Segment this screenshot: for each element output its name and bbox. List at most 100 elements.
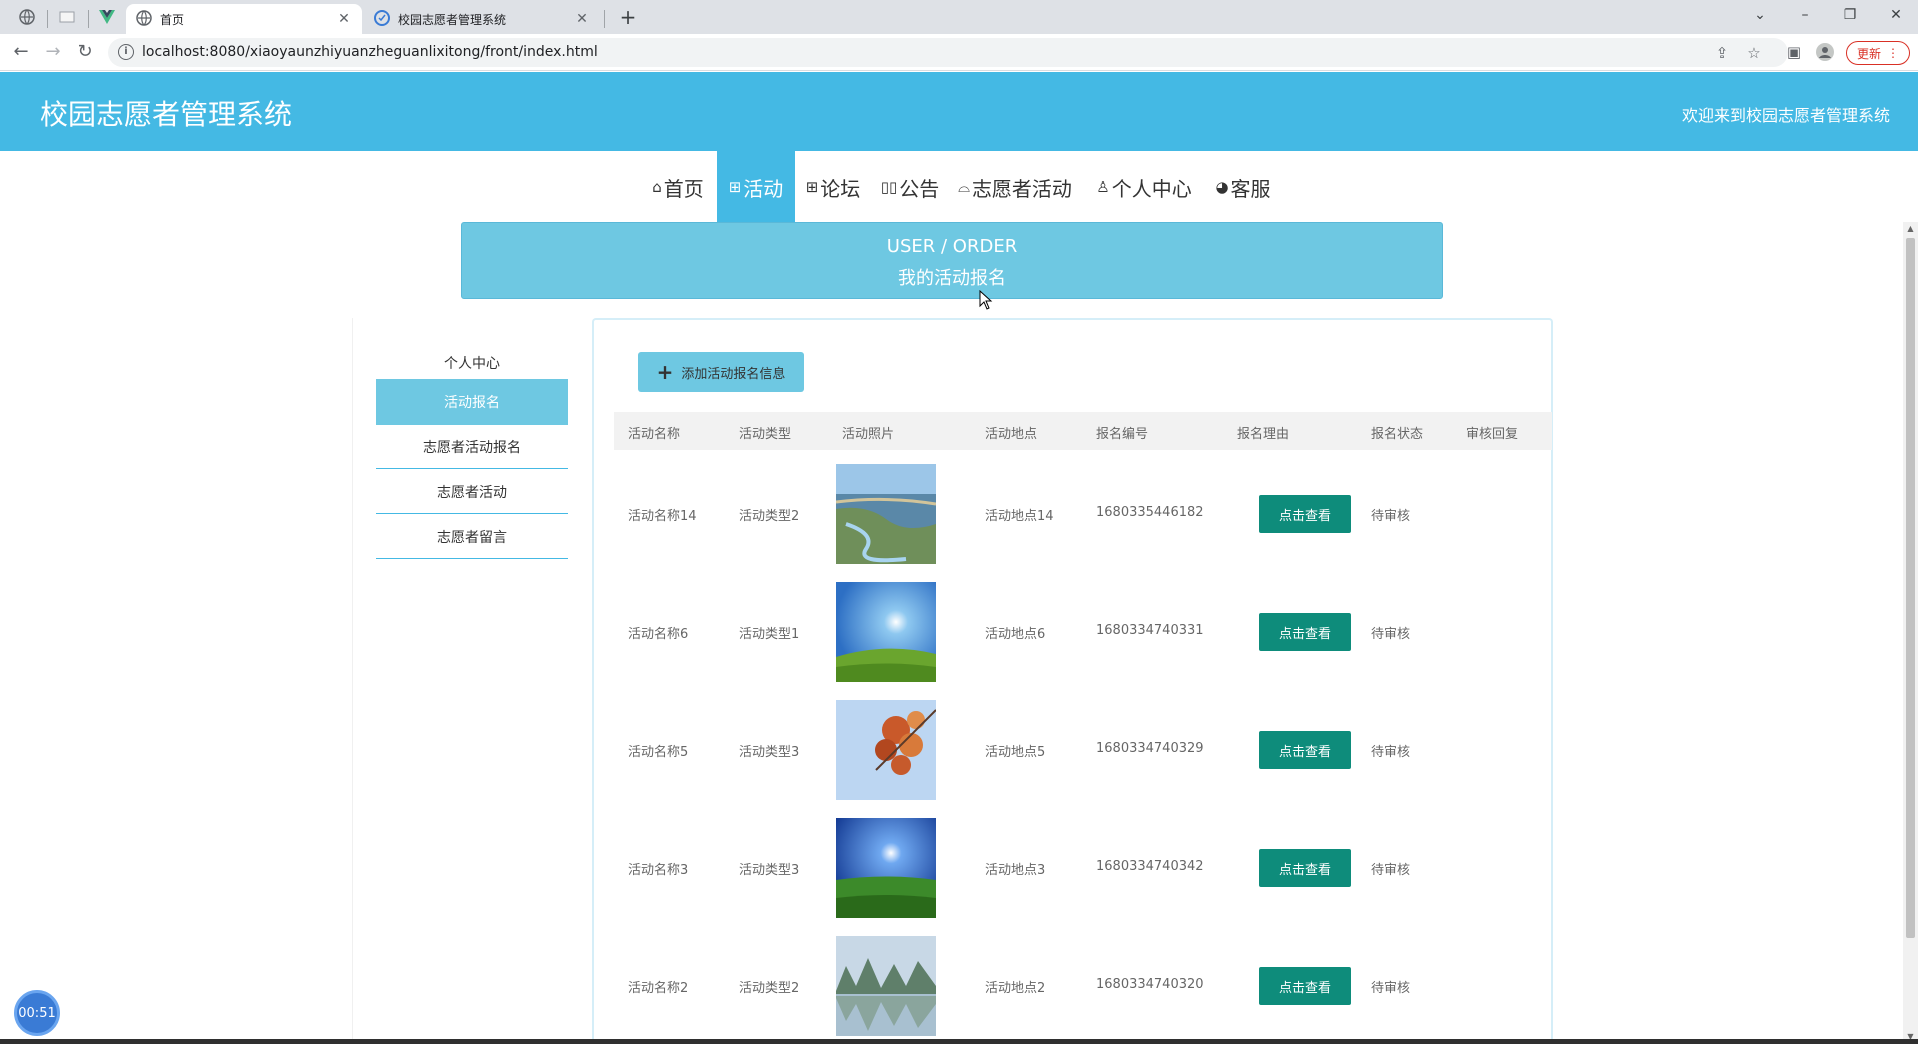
- url-field[interactable]: i localhost:8080/xiaoyaunzhiyuanzheguanl…: [108, 38, 1788, 67]
- gift-icon: ⊞: [728, 178, 742, 196]
- url-text[interactable]: localhost:8080/xiaoyaunzhiyuanzheguanlix…: [142, 44, 598, 60]
- page-title: 我的活动报名: [898, 268, 1006, 289]
- share-icon[interactable]: ⇪: [1713, 44, 1731, 62]
- signup-number: 1680334740331: [1096, 623, 1204, 638]
- more-menu-icon: ⋮: [1887, 46, 1899, 60]
- signup-status: 待审核: [1371, 627, 1411, 642]
- globe-icon[interactable]: [10, 6, 44, 28]
- sidebar: 个人中心 活动报名 志愿者活动报名 志愿者活动 志愿者留言: [352, 318, 588, 1044]
- activity-name: 活动名称3: [628, 863, 689, 878]
- signup-number: 1680334740342: [1096, 859, 1204, 874]
- signup-number: 1680335446182: [1096, 505, 1204, 520]
- close-icon[interactable]: ✕: [574, 11, 590, 27]
- tab-home[interactable]: 首页 ✕: [126, 4, 362, 34]
- service-icon: ◕: [1215, 178, 1229, 196]
- nav-notice[interactable]: ▯▯ 公告: [876, 151, 944, 223]
- close-icon[interactable]: ✕: [336, 11, 352, 27]
- globe-icon: [136, 9, 152, 29]
- activity-photo[interactable]: [836, 582, 936, 682]
- profile-avatar-icon[interactable]: [1816, 43, 1834, 61]
- update-button[interactable]: 更新 ⋮: [1846, 41, 1910, 65]
- view-reason-button[interactable]: 点击查看: [1259, 967, 1351, 1005]
- view-reason-label: 点击查看: [1278, 626, 1331, 642]
- scroll-thumb[interactable]: [1906, 238, 1915, 938]
- signup-status: 待审核: [1371, 509, 1411, 524]
- nav-label: 个人中心: [1111, 176, 1192, 201]
- sidebar-item-label: 活动报名: [444, 395, 500, 411]
- sidebar-item-label: 个人中心: [444, 356, 500, 372]
- site-info-icon[interactable]: i: [118, 44, 134, 60]
- timer-text: 00:51: [18, 1005, 56, 1021]
- nav-customer-service[interactable]: ◕ 客服: [1212, 151, 1274, 223]
- activity-name: 活动名称14: [628, 509, 697, 524]
- activity-name: 活动名称2: [628, 981, 689, 996]
- activity-location: 活动地点6: [985, 627, 1046, 642]
- signup-number: 1680334740329: [1096, 741, 1204, 756]
- tab-search-icon[interactable]: ⌄: [1740, 4, 1780, 28]
- view-reason-button[interactable]: 点击查看: [1259, 495, 1351, 533]
- column-header: 活动名称: [628, 427, 681, 442]
- signup-status: 待审核: [1371, 745, 1411, 760]
- activity-type: 活动类型3: [739, 863, 800, 878]
- site-header: 校园志愿者管理系统 欢迎来到校园志愿者管理系统: [0, 72, 1918, 151]
- activity-name: 活动名称6: [628, 627, 689, 642]
- window-close-icon[interactable]: ✕: [1876, 4, 1916, 28]
- column-header: 活动照片: [842, 427, 895, 442]
- tab-system[interactable]: 校园志愿者管理系统 ✕: [364, 4, 600, 34]
- scroll-up-icon[interactable]: ▲: [1903, 222, 1918, 236]
- page-scrollbar[interactable]: ▲ ▼: [1903, 222, 1918, 1044]
- nav-label: 志愿者活动: [971, 176, 1072, 201]
- sidebar-item-label: 志愿者留言: [437, 529, 507, 546]
- nav-volunteer-activity[interactable]: ⌓ 志愿者活动: [954, 151, 1076, 223]
- new-tab-icon[interactable]: +: [616, 6, 640, 30]
- main-nav: ⌂ 首页 ⊞ 活动 ⊞ 论坛 ▯▯ 公告 ⌓ 志愿者活动 ♙ 个人中心 ◕ 客服: [0, 151, 1918, 223]
- update-label: 更新: [1856, 46, 1881, 61]
- activity-photo[interactable]: [836, 700, 936, 800]
- nav-activity[interactable]: ⊞ 活动: [717, 151, 795, 223]
- nav-personal-center[interactable]: ♙ 个人中心: [1094, 151, 1194, 223]
- add-signup-label: 添加活动报名信息: [681, 366, 786, 382]
- column-header: 活动类型: [739, 427, 792, 442]
- nav-home[interactable]: ⌂ 首页: [640, 151, 716, 223]
- view-reason-button[interactable]: 点击查看: [1259, 731, 1351, 769]
- nav-label: 公告: [899, 176, 940, 201]
- nav-forum[interactable]: ⊞ 论坛: [799, 151, 867, 223]
- vue-logo-icon[interactable]: [90, 6, 124, 28]
- signup-status: 待审核: [1371, 863, 1411, 878]
- banner-subtitle: USER / ORDER: [886, 236, 1018, 257]
- mouse-cursor-icon: [979, 289, 993, 310]
- minimize-icon[interactable]: –: [1785, 4, 1825, 28]
- tab-title: 首页: [160, 12, 185, 27]
- sidebar-item-volunteer-signup[interactable]: 志愿者活动报名: [376, 425, 568, 469]
- sidebar-item-activity-signup[interactable]: 活动报名: [376, 379, 568, 425]
- activity-type: 活动类型3: [739, 745, 800, 760]
- activity-photo[interactable]: [836, 464, 936, 564]
- sidebar-item-volunteer-message[interactable]: 志愿者留言: [376, 515, 568, 559]
- column-header: 报名理由: [1237, 427, 1290, 442]
- restore-icon[interactable]: ❐: [1830, 4, 1870, 28]
- column-header: 活动地点: [985, 427, 1038, 442]
- reload-icon[interactable]: ↻: [73, 41, 97, 65]
- app-favicon-icon: [374, 9, 390, 29]
- table-row: 活动名称6 活动类型1 活动地点6 1680334740331 点击查看 待审核: [614, 573, 1552, 691]
- column-header: 报名编号: [1096, 427, 1149, 442]
- table-row: 活动名称14 活动类型2 活动地点14 1680335446182 点击查看 待…: [614, 455, 1552, 573]
- address-bar: ← → ↻ i localhost:8080/xiaoyaunzhiyuanzh…: [0, 34, 1918, 71]
- activity-photo[interactable]: [836, 818, 936, 918]
- add-signup-button[interactable]: + 添加活动报名信息: [638, 352, 804, 392]
- blank-page-icon[interactable]: [50, 6, 84, 28]
- sidebar-item-label: 志愿者活动: [437, 484, 507, 501]
- sidebar-item-label: 志愿者活动报名: [423, 439, 521, 456]
- activity-location: 活动地点2: [985, 981, 1046, 996]
- bookmark-star-icon[interactable]: ☆: [1745, 44, 1763, 62]
- side-panel-icon[interactable]: ▣: [1785, 43, 1803, 61]
- browser-tab-bar: 首页 ✕ 校园志愿者管理系统 ✕ + ⌄ – ❐ ✕: [0, 0, 1918, 34]
- nav-label: 活动: [743, 176, 784, 201]
- view-reason-button[interactable]: 点击查看: [1259, 613, 1351, 651]
- view-reason-button[interactable]: 点击查看: [1259, 849, 1351, 887]
- forward-icon[interactable]: →: [41, 41, 65, 65]
- sidebar-item-volunteer-activity[interactable]: 志愿者活动: [376, 470, 568, 514]
- back-icon[interactable]: ←: [9, 41, 33, 65]
- activity-photo[interactable]: [836, 936, 936, 1036]
- recording-timer[interactable]: 00:51: [14, 990, 60, 1036]
